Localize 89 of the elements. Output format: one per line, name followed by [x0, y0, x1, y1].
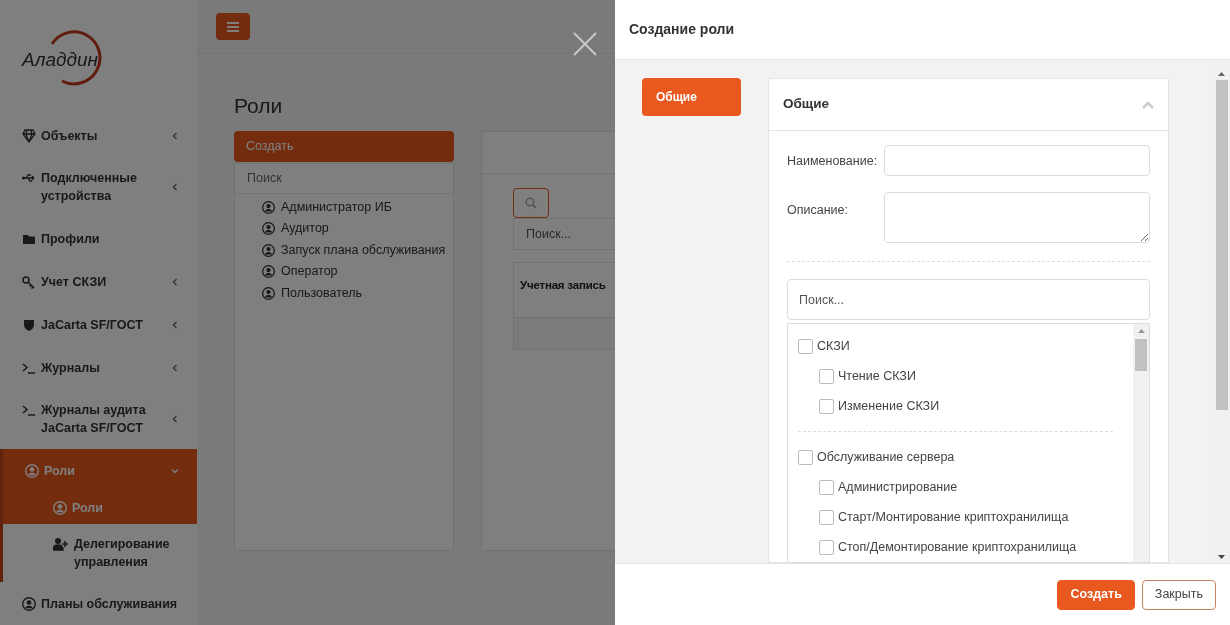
create-button[interactable]: Создать	[1057, 579, 1135, 610]
sidebar-label: Профили	[41, 230, 100, 248]
user-icon	[262, 286, 275, 300]
checkbox[interactable]	[819, 398, 834, 414]
user-icon	[25, 463, 39, 478]
checkbox[interactable]	[798, 449, 813, 465]
chevron-icon[interactable]	[1142, 100, 1154, 109]
modal-title: Создание роли	[629, 20, 735, 39]
shield-icon	[22, 317, 36, 332]
key-icon	[22, 274, 36, 289]
role-item[interactable]: Оператор	[262, 261, 453, 283]
chevron-icon	[171, 320, 179, 329]
checkbox-label: Старт/Монтирование криптохранилища	[838, 508, 1069, 526]
text-area[interactable]	[884, 192, 1150, 243]
sidebar-label: Журналы аудита JaCarta SF/ГОСТ	[41, 402, 147, 437]
checkbox-label: Стоп/Демонтирование криптохранилища	[838, 538, 1077, 556]
sidebar-label: Объекты	[41, 127, 98, 145]
checkbox-label: Администрирование	[838, 478, 958, 496]
role-item[interactable]: Пользователь	[262, 282, 453, 304]
user-icon	[22, 596, 36, 611]
sidebar-item[interactable]: Учет СКЗИ	[0, 260, 197, 303]
sidebar-label: Подключенные устройства	[41, 170, 138, 205]
sidebar-label: JaCarta SF/ГОСТ	[41, 316, 143, 334]
terminal-icon	[22, 360, 36, 375]
checkbox[interactable]	[798, 338, 813, 354]
chevron-icon	[171, 183, 179, 191]
sidebar-item[interactable]: Роли	[3, 449, 197, 492]
sidebar-label: Делегирование управления	[74, 536, 171, 571]
sidebar-item[interactable]: Журналы аудита JaCarta SF/ГОСТ	[0, 389, 197, 449]
checkbox-label: Изменение СКЗИ	[838, 397, 940, 415]
checkbox[interactable]	[819, 509, 834, 525]
scrollbar-thumb[interactable]	[1215, 80, 1228, 410]
checkbox[interactable]	[819, 479, 834, 495]
chevron-icon	[171, 131, 179, 140]
role-item[interactable]: Запуск плана обслуживания	[262, 239, 453, 261]
search-button[interactable]	[513, 187, 549, 218]
checkbox-label: Чтение СКЗИ	[838, 367, 916, 385]
sidebar-item[interactable]: Профили	[0, 217, 197, 260]
checkbox[interactable]	[819, 368, 834, 384]
field-label: Описание:	[787, 202, 849, 219]
role-item[interactable]: Аудитор	[262, 218, 453, 240]
sidebar-label: Журналы	[41, 359, 100, 377]
scroll-down-icon[interactable]	[1218, 555, 1225, 559]
close-icon[interactable]	[573, 32, 597, 56]
checkbox-label: Обслуживание сервера	[817, 448, 955, 466]
tab[interactable]: Общие	[642, 78, 741, 116]
sidebar-subitem[interactable]: Роли	[3, 492, 197, 524]
user-icon	[262, 243, 275, 257]
usb-icon	[22, 171, 36, 185]
sidebar-label: Планы обслуживания	[41, 595, 178, 613]
scroll-up-icon[interactable]	[1218, 72, 1225, 76]
checkbox[interactable]	[819, 539, 834, 555]
sidebar-item[interactable]: Журналы	[0, 346, 197, 389]
scrollbar-thumb[interactable]	[1135, 339, 1147, 371]
close-button[interactable]: Закрыть	[1141, 579, 1216, 610]
sidebar-label: Роли	[72, 500, 103, 517]
search-field[interactable]: Поиск	[234, 162, 454, 194]
search-icon	[525, 196, 537, 209]
scrollbar[interactable]	[1133, 324, 1149, 562]
sidebar-item[interactable]: JaCarta SF/ГОСТ	[0, 303, 197, 346]
chevron-icon	[171, 415, 179, 423]
scroll-up-icon[interactable]	[1137, 329, 1145, 333]
section-title: Общие	[783, 95, 830, 114]
add-user-icon	[53, 537, 69, 551]
role-item[interactable]: Администратор ИБ	[262, 196, 453, 218]
user-icon	[262, 200, 275, 214]
user-icon	[262, 265, 275, 279]
chevron-icon	[171, 277, 179, 286]
create-button[interactable]: Создать	[234, 130, 454, 162]
sidebar-item[interactable]: Объекты	[0, 114, 197, 157]
sidebar-item[interactable]: Подключенные устройства	[0, 157, 197, 217]
page-title: Роли	[234, 93, 283, 119]
input-field[interactable]	[884, 145, 1150, 176]
terminal-icon	[22, 403, 36, 417]
menu-button[interactable]	[216, 13, 250, 40]
user-icon	[262, 222, 275, 236]
sidebar-label: Роли	[44, 462, 75, 480]
chevron-icon	[171, 466, 179, 475]
menu-icon	[227, 21, 239, 32]
checkbox-label: СКЗИ	[817, 337, 850, 355]
column-header: Учетная запись	[520, 277, 606, 293]
user-icon	[53, 501, 67, 515]
logo: Аладдин	[0, 0, 197, 114]
diamond-icon	[22, 128, 36, 143]
field-label: Наименование:	[787, 153, 879, 170]
sidebar-item[interactable]: Планы обслуживания	[0, 582, 197, 625]
chevron-icon	[171, 363, 179, 372]
sidebar-label: Учет СКЗИ	[41, 273, 107, 291]
search-field[interactable]: Поиск...	[787, 279, 1150, 320]
